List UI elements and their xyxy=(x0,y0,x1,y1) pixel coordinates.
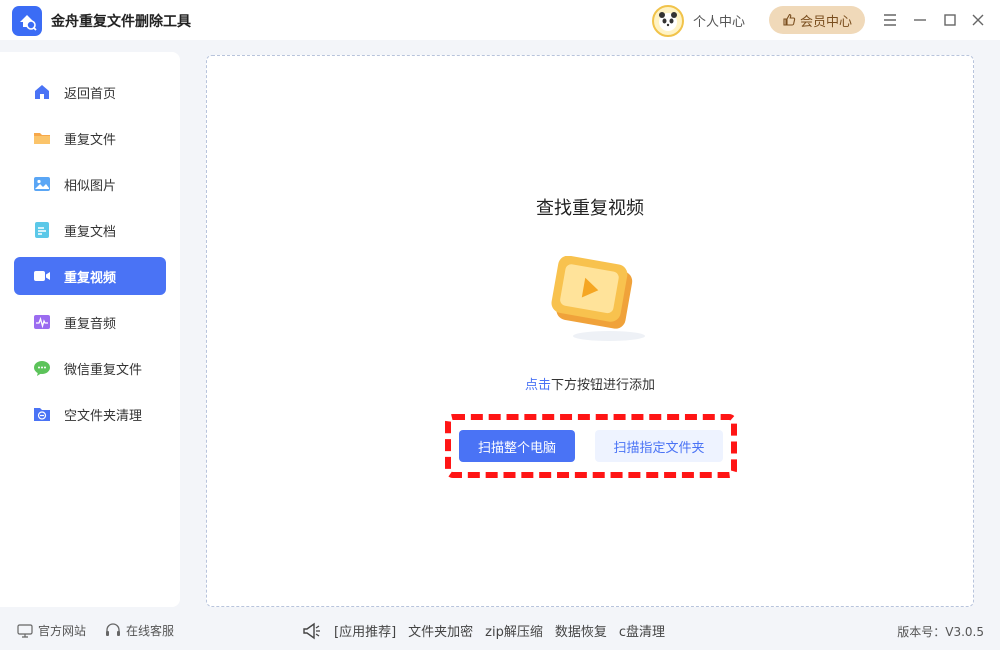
hint-click-link[interactable]: 点击 xyxy=(525,378,551,393)
online-service-link[interactable]: 在线客服 xyxy=(105,622,174,639)
promo-zip-link[interactable]: zip解压缩 xyxy=(485,621,543,640)
sidebar-item-label: 空文件夹清理 xyxy=(64,408,143,424)
add-hint: 点击下方按钮进行添加 xyxy=(207,374,973,393)
sidebar-item-wechat-files[interactable]: 微信重复文件 xyxy=(14,349,166,387)
page-title: 查找重复视频 xyxy=(536,198,644,219)
sidebar-item-duplicate-files[interactable]: 重复文件 xyxy=(14,119,166,157)
version-label: 版本号：V3.0.5 xyxy=(897,625,984,639)
folder-icon xyxy=(33,129,51,147)
scan-folder-button[interactable]: 扫描指定文件夹 xyxy=(595,430,723,462)
megaphone-icon xyxy=(303,622,320,639)
document-icon xyxy=(33,221,51,239)
video-illustration-icon xyxy=(547,255,657,346)
promo-data-recovery-link[interactable]: 数据恢复 xyxy=(555,621,607,640)
close-icon[interactable] xyxy=(968,10,988,30)
sidebar-item-label: 返回首页 xyxy=(64,86,117,102)
drop-zone[interactable]: 查找重复视频 点击下方按钮进行添加 扫描整个电脑 扫描指定文件夹 xyxy=(206,55,974,607)
promo-c-drive-cleanup-link[interactable]: c盘清理 xyxy=(619,621,665,640)
sidebar-item-duplicate-videos[interactable]: 重复视频 xyxy=(14,257,166,295)
app-recommendations: [应用推荐] 文件夹加密 zip解压缩 数据恢复 c盘清理 xyxy=(302,621,665,640)
sidebar-item-similar-images[interactable]: 相似图片 xyxy=(14,165,166,203)
official-site-label: 官方网站 xyxy=(38,624,87,638)
sidebar: 返回首页 重复文件 相似图片 重复文档 重复视频 重复音频 微信重复文件 空文件… xyxy=(0,52,180,607)
sidebar-item-label: 重复文档 xyxy=(64,224,117,240)
official-site-link[interactable]: 官方网站 xyxy=(17,622,86,639)
avatar[interactable] xyxy=(652,5,684,37)
scan-whole-computer-button[interactable]: 扫描整个电脑 xyxy=(459,430,575,462)
headset-icon xyxy=(106,623,120,636)
hint-text: 下方按钮进行添加 xyxy=(551,378,656,393)
sidebar-item-label: 重复视频 xyxy=(64,270,117,286)
menu-icon[interactable] xyxy=(880,10,900,30)
minimize-icon[interactable] xyxy=(910,10,930,30)
sidebar-item-label: 相似图片 xyxy=(64,178,117,194)
sidebar-item-empty-folder-cleanup[interactable]: 空文件夹清理 xyxy=(14,395,166,433)
panda-avatar-icon xyxy=(659,12,677,31)
vip-center-button[interactable]: 会员中心 xyxy=(769,6,865,34)
promo-label: [应用推荐] xyxy=(334,625,397,640)
image-icon xyxy=(33,175,51,193)
sidebar-item-home[interactable]: 返回首页 xyxy=(14,73,166,111)
sidebar-item-duplicate-audio[interactable]: 重复音频 xyxy=(14,303,166,341)
empty-folder-icon xyxy=(33,405,51,423)
app-title: 金舟重复文件删除工具 xyxy=(51,14,191,30)
user-center-link[interactable]: 个人中心 xyxy=(693,11,745,30)
thumbs-up-icon xyxy=(783,13,796,26)
video-icon xyxy=(33,267,51,285)
promo-folder-encrypt-link[interactable]: 文件夹加密 xyxy=(408,621,473,640)
title-bar: 金舟重复文件删除工具 个人中心 会员中心 xyxy=(0,0,1000,40)
app-logo-icon xyxy=(12,6,42,36)
home-icon xyxy=(33,83,51,101)
online-service-label: 在线客服 xyxy=(126,624,175,638)
sidebar-item-label: 重复文件 xyxy=(64,132,117,148)
maximize-icon[interactable] xyxy=(940,10,960,30)
wechat-icon xyxy=(33,359,51,377)
audio-icon xyxy=(33,313,51,331)
sidebar-item-label: 重复音频 xyxy=(64,316,117,332)
monitor-icon xyxy=(17,623,33,638)
sidebar-item-duplicate-docs[interactable]: 重复文档 xyxy=(14,211,166,249)
vip-center-label: 会员中心 xyxy=(799,14,852,30)
sidebar-item-label: 微信重复文件 xyxy=(64,362,143,378)
footer: 官方网站 在线客服 [应用推荐] 文件夹加密 zip解压缩 数据恢复 c盘清理 … xyxy=(0,612,1000,650)
